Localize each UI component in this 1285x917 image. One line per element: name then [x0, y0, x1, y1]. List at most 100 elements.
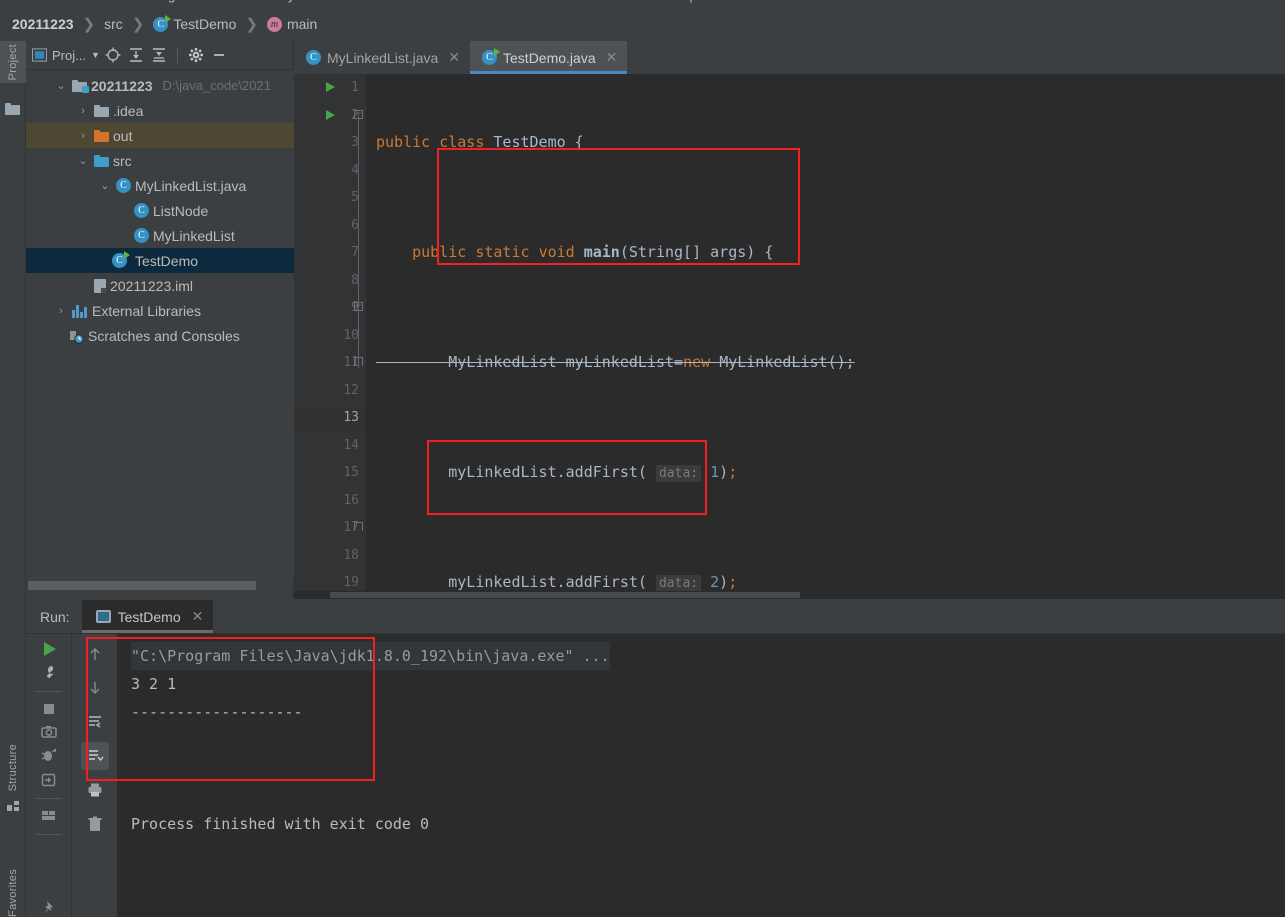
settings-gear-icon[interactable]	[186, 45, 206, 65]
tree-node-iml[interactable]: 20211223.iml	[26, 273, 294, 298]
screenshot-button[interactable]	[35, 723, 63, 741]
tool-tab-project[interactable]: Project	[0, 41, 26, 84]
soft-wrap-button[interactable]	[81, 708, 109, 736]
tree-node-idea[interactable]: › .idea	[26, 98, 294, 123]
gutter-line[interactable]: 4	[294, 157, 366, 185]
menu-edit[interactable]: Edit	[52, 0, 74, 3]
code-text[interactable]: public class TestDemo { public static vo…	[366, 74, 1285, 591]
menu-bar[interactable]: File Edit View Navigate Code Analyze Ref…	[0, 0, 1285, 7]
gutter-line[interactable]: 11	[294, 349, 366, 377]
menu-tools[interactable]: Tools	[505, 0, 535, 3]
tree-node-mylinkedlist-java[interactable]: ⌄ C MyLinkedList.java	[26, 173, 294, 198]
hide-window-icon[interactable]	[209, 45, 229, 65]
code-line-5[interactable]: myLinkedList.addFirst( data: 2);	[366, 569, 1285, 591]
menu-help[interactable]: Help	[670, 0, 697, 3]
project-title[interactable]: Proj... ▼	[32, 48, 100, 63]
tool-tab-favorites[interactable]: Favorites	[0, 866, 26, 917]
gutter-line[interactable]: −2	[294, 102, 366, 130]
rerun-settings-button[interactable]	[35, 664, 63, 682]
gutter-line-current[interactable]: 13	[294, 404, 366, 432]
tree-node-testdemo[interactable]: C TestDemo	[26, 248, 294, 273]
close-icon[interactable]: ✕	[448, 49, 460, 66]
tree-node-mylinkedlist[interactable]: C MyLinkedList	[26, 223, 294, 248]
code-line-2[interactable]: public static void main(String[] args) {	[366, 239, 1285, 267]
menu-refactor[interactable]: Refactor	[330, 0, 379, 3]
editor-tab-testdemo[interactable]: C TestDemo.java ✕	[470, 41, 628, 74]
tree-node-out[interactable]: › out	[26, 123, 294, 148]
gutter-line[interactable]: 12	[294, 377, 366, 405]
tree-node-external-libraries[interactable]: › External Libraries	[26, 298, 294, 323]
editor-horizontal-scrollbar[interactable]	[294, 591, 1285, 599]
gutter-line[interactable]: 7	[294, 239, 366, 267]
code-editor[interactable]: 1 −2 3 4 5 6 7 8 −9 10 11 12 13 14 15 16…	[294, 74, 1285, 591]
breadcrumb-src[interactable]: src	[104, 16, 123, 32]
tree-node-src[interactable]: ⌄ src	[26, 148, 294, 173]
editor-gutter[interactable]: 1 −2 3 4 5 6 7 8 −9 10 11 12 13 14 15 16…	[294, 74, 366, 591]
breadcrumb-method[interactable]: m main	[266, 16, 317, 32]
scrollbar-thumb[interactable]	[330, 592, 800, 598]
chevron-down-icon[interactable]: ▼	[91, 50, 100, 60]
gutter-line[interactable]: 10	[294, 322, 366, 350]
menu-window[interactable]: Window	[604, 0, 650, 3]
tool-tab-structure[interactable]: Structure	[0, 741, 26, 816]
gutter-line[interactable]: 14	[294, 432, 366, 460]
chevron-right-icon[interactable]: ›	[54, 305, 68, 317]
gutter-line[interactable]: 1	[294, 74, 366, 102]
pin-button[interactable]	[35, 899, 63, 917]
print-button[interactable]	[81, 776, 109, 804]
tree-node-scratches[interactable]: Scratches and Consoles	[26, 323, 294, 348]
menu-file[interactable]: File	[10, 0, 31, 3]
gutter-line[interactable]: 18	[294, 542, 366, 570]
scrollbar-thumb[interactable]	[28, 581, 256, 590]
menu-analyze[interactable]: Analyze	[262, 0, 308, 3]
gutter-line[interactable]: 6	[294, 212, 366, 240]
chevron-down-icon[interactable]: ⌄	[76, 154, 90, 167]
breadcrumb-class[interactable]: C TestDemo	[153, 14, 236, 32]
menu-navigate[interactable]: Navigate	[142, 0, 193, 3]
scroll-up-button[interactable]	[81, 640, 109, 668]
menu-build[interactable]: Build	[402, 0, 431, 3]
close-icon[interactable]: ✕	[192, 608, 204, 625]
chevron-right-icon[interactable]: ›	[76, 130, 90, 142]
layout-button[interactable]	[35, 807, 63, 825]
console-output[interactable]: "C:\Program Files\Java\jdk1.8.0_192\bin\…	[117, 634, 1285, 917]
editor-tab-mylinkedlist[interactable]: C MyLinkedList.java ✕	[294, 41, 470, 74]
gutter-line[interactable]: 19	[294, 569, 366, 591]
locate-icon[interactable]	[103, 45, 123, 65]
scroll-down-button[interactable]	[81, 674, 109, 702]
gutter-line[interactable]: 8	[294, 267, 366, 295]
gutter-line[interactable]: 15	[294, 459, 366, 487]
tree-node-listnode[interactable]: C ListNode	[26, 198, 294, 223]
scroll-to-end-button[interactable]	[81, 742, 109, 770]
navigation-bar[interactable]: 20211223 ❯ src ❯ C TestDemo ❯ m main	[0, 7, 1285, 41]
export-button[interactable]	[35, 771, 63, 789]
project-tree[interactable]: ⌄ 20211223 D:\java_code\2021 › .idea › o…	[26, 70, 294, 580]
gutter-line[interactable]: 16	[294, 487, 366, 515]
rerun-button[interactable]	[35, 640, 63, 658]
gutter-line[interactable]: 5	[294, 184, 366, 212]
menu-vcs[interactable]: VCS	[560, 0, 587, 3]
run-gutter-icon[interactable]	[326, 109, 335, 120]
code-line-1[interactable]: public class TestDemo {	[366, 129, 1285, 157]
code-line-4[interactable]: myLinkedList.addFirst( data: 1);	[366, 459, 1285, 487]
run-gutter-icon[interactable]	[326, 82, 335, 92]
code-line-3[interactable]: MyLinkedList myLinkedList=new MyLinkedLi…	[366, 349, 1285, 377]
menu-view[interactable]: View	[96, 0, 124, 3]
clear-all-button[interactable]	[81, 810, 109, 838]
gutter-line[interactable]: −9	[294, 294, 366, 322]
menu-code[interactable]: Code	[212, 0, 243, 3]
menu-run[interactable]: Run	[458, 0, 482, 3]
chevron-down-icon[interactable]: ⌄	[54, 79, 68, 92]
gutter-line[interactable]: 3	[294, 129, 366, 157]
collapse-all-icon[interactable]	[149, 45, 169, 65]
close-icon[interactable]: ✕	[606, 49, 618, 66]
chevron-right-icon[interactable]: ›	[76, 105, 90, 117]
expand-all-icon[interactable]	[126, 45, 146, 65]
project-horizontal-scrollbar[interactable]	[26, 580, 294, 591]
breadcrumb-project[interactable]: 20211223	[12, 16, 74, 32]
debug-button[interactable]	[35, 747, 63, 765]
fold-end-icon[interactable]	[354, 522, 363, 531]
run-tab-testdemo[interactable]: TestDemo ✕	[81, 600, 214, 633]
chevron-down-icon[interactable]: ⌄	[98, 179, 112, 192]
stop-button[interactable]	[35, 701, 63, 717]
